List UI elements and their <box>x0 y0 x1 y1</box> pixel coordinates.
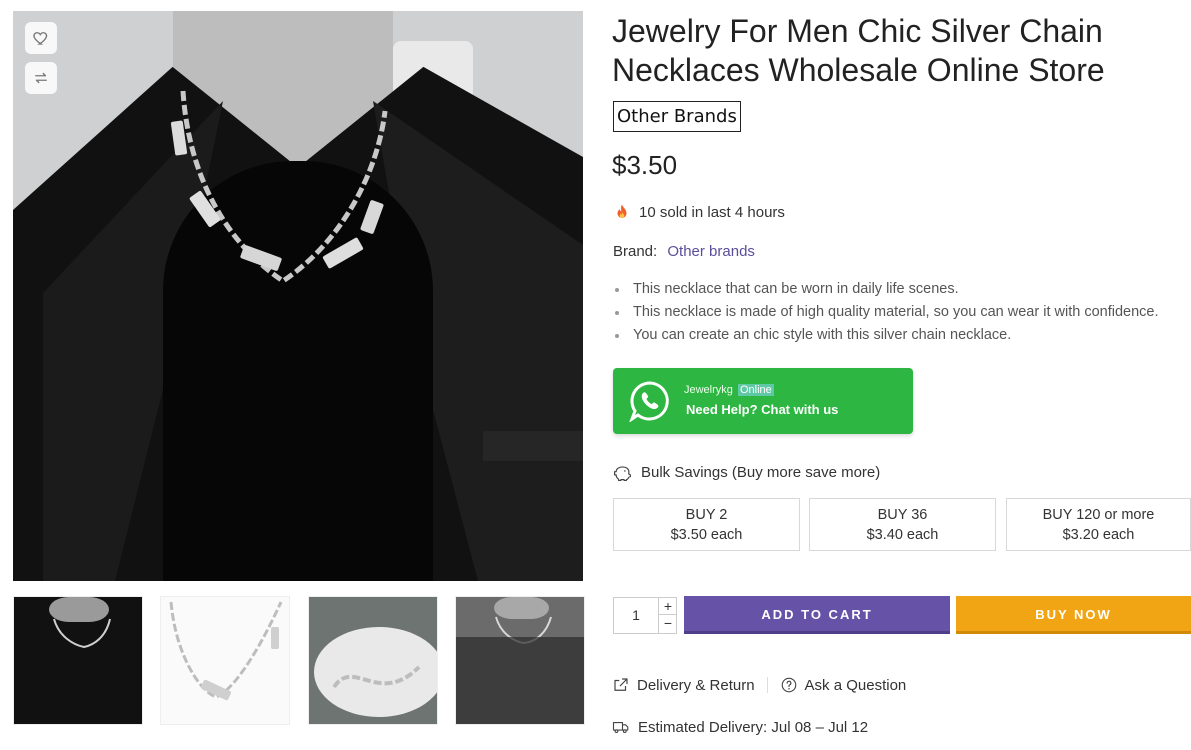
brand-label: Brand: <box>613 243 658 260</box>
bulk-savings-heading: Bulk Savings (Buy more save more) <box>613 464 880 481</box>
info-links: Delivery & Return Ask a Question <box>612 676 906 694</box>
product-title: Jewelry For Men Chic Silver Chain Neckla… <box>612 13 1105 88</box>
necklace-chain <box>170 90 388 285</box>
brand-link[interactable]: Other brands <box>667 243 755 260</box>
truck-icon <box>612 721 629 734</box>
ask-question-label: Ask a Question <box>804 676 907 694</box>
question-circle-icon <box>781 677 796 693</box>
bulk-tier[interactable]: BUY 120 or more $3.20 each <box>1006 498 1191 551</box>
whatsapp-icon <box>629 381 669 422</box>
whatsapp-status: Online <box>737 384 774 396</box>
ask-question-link[interactable]: Ask a Question <box>780 676 907 694</box>
brand-line: Brand: Other brands <box>613 243 755 260</box>
heart-icon <box>33 32 48 45</box>
tier-quantity: BUY 120 or more <box>1042 507 1155 523</box>
compare-button[interactable] <box>25 62 57 94</box>
delivery-return-label: Delivery & Return <box>637 676 755 694</box>
tier-quantity: BUY 36 <box>877 507 928 523</box>
quantity-decrease-button[interactable]: − <box>658 615 677 633</box>
thumbnail-3[interactable] <box>308 596 438 725</box>
thumbnail-1-image <box>14 597 142 724</box>
quantity-input[interactable]: 1 <box>614 598 658 633</box>
delivery-return-link[interactable]: Delivery & Return <box>612 676 755 694</box>
fire-icon <box>617 204 627 218</box>
main-product-image[interactable] <box>13 11 583 581</box>
product-price: $3.50 <box>612 150 678 180</box>
bulk-heading-text: Bulk Savings (Buy more save more) <box>641 464 881 481</box>
tier-price: $3.40 each <box>866 527 939 543</box>
tier-price: $3.50 each <box>670 527 743 543</box>
feature-item: This necklace is made of high quality ma… <box>613 303 1158 326</box>
tier-quantity: BUY 2 <box>685 507 728 523</box>
whatsapp-chat-button[interactable]: Jewelrykg Online Need Help? Chat with us <box>613 368 913 434</box>
piggy-bank-icon <box>613 466 632 481</box>
share-box-icon <box>614 678 628 691</box>
thumbnail-3-image <box>309 597 437 724</box>
whatsapp-cta: Need Help? Chat with us <box>686 402 839 417</box>
sold-text: 10 sold in last 4 hours <box>639 203 785 221</box>
sold-counter: 10 sold in last 4 hours <box>613 203 785 221</box>
brand-badge: Other Brands <box>613 101 741 132</box>
compare-icon <box>35 72 47 84</box>
tier-price: $3.20 each <box>1062 527 1135 543</box>
thumbnail-4[interactable] <box>455 596 585 725</box>
whatsapp-agent: Jewelrykg Online <box>684 384 774 396</box>
jacket-pocket <box>483 431 583 461</box>
add-to-cart-button[interactable]: ADD TO CART <box>684 596 950 634</box>
link-divider <box>766 677 768 693</box>
feature-item: This necklace that can be worn in daily … <box>613 280 1158 303</box>
product-features: This necklace that can be worn in daily … <box>613 280 1158 349</box>
quantity-increase-button[interactable]: + <box>658 598 677 615</box>
thumbnail-4-image <box>456 597 584 724</box>
buy-now-button[interactable]: BUY NOW <box>956 596 1191 634</box>
quantity-stepper: 1 + − <box>613 597 677 634</box>
thumbnail-2-image <box>161 597 289 724</box>
wishlist-button[interactable] <box>25 22 57 54</box>
bulk-tier[interactable]: BUY 36 $3.40 each <box>809 498 996 551</box>
estimated-delivery-text: Estimated Delivery: Jul 08 – Jul 12 <box>638 718 869 736</box>
thumbnail-1[interactable] <box>13 596 143 725</box>
bulk-tier[interactable]: BUY 2 $3.50 each <box>613 498 800 551</box>
feature-item: You can create an chic style with this s… <box>613 326 1158 349</box>
thumbnail-2[interactable] <box>160 596 290 725</box>
thumbnail-strip <box>13 596 585 725</box>
estimated-delivery: Estimated Delivery: Jul 08 – Jul 12 <box>612 718 868 736</box>
whatsapp-name: Jewelrykg <box>684 384 733 396</box>
